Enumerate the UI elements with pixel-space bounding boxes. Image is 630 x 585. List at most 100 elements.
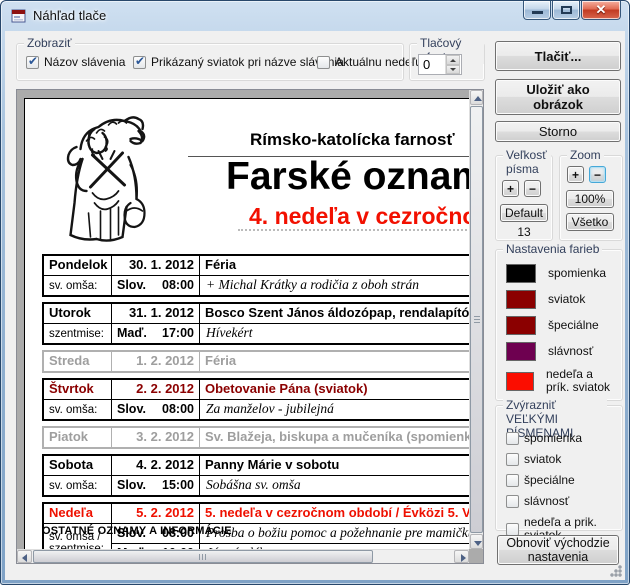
highlight-checkbox[interactable]: slávnosť <box>506 495 618 508</box>
thumb-grip <box>199 554 207 560</box>
mass-intention: Hívekért <box>200 324 469 343</box>
checkbox-box <box>506 495 519 508</box>
mass-labels: sv. omša: <box>44 400 112 419</box>
vertical-scroll-thumb[interactable] <box>470 106 483 533</box>
day-title: Panny Márie v sobotu <box>200 456 469 475</box>
scroll-up-button[interactable] <box>470 90 483 105</box>
maximize-button[interactable] <box>552 1 580 20</box>
minimize-button[interactable] <box>523 1 551 20</box>
horizontal-scrollbar[interactable] <box>17 549 469 563</box>
day-header-row: Piatok3. 2. 2012Sv. Blažeja, biskupa a m… <box>44 428 469 447</box>
offset-spinner[interactable]: 0 <box>418 54 462 75</box>
mass-label: sv. omša: <box>49 404 111 416</box>
day-block: Sobota4. 2. 2012Panny Márie v sobotusv. … <box>42 454 469 497</box>
cancel-button[interactable]: Storno <box>495 121 621 142</box>
good-shepherd-logo <box>50 107 165 247</box>
vertical-scrollbar[interactable] <box>469 90 483 549</box>
scroll-down-button[interactable] <box>470 534 483 549</box>
checkbox-box <box>26 56 39 69</box>
mass-rows: Maď.17:00Hívekért <box>112 324 469 343</box>
font-default-button[interactable]: Default <box>500 204 548 222</box>
mass-intention: Prosba o božiu pomoc a požehnanie pre ma… <box>200 524 469 543</box>
day-name: Štvrtok <box>44 380 112 399</box>
print-button[interactable]: Tlačiť... <box>495 41 621 71</box>
zoom-minus-button[interactable]: − <box>589 166 606 183</box>
day-block: Štvrtok2. 2. 2012Obetovanie Pána (sviato… <box>42 378 469 421</box>
highlight-checkbox[interactable]: špeciálne <box>506 474 618 487</box>
highlight-list: spomienkasviatokšpeciálneslávnosťnedeľa … <box>506 432 618 550</box>
highlight-checkbox-label: sviatok <box>524 453 561 466</box>
title-bar[interactable]: Náhľad tlače ✕ <box>1 1 629 31</box>
color-item: slávnosť <box>506 342 618 361</box>
horizontal-scroll-thumb[interactable] <box>33 550 373 563</box>
day-name: Pondelok <box>44 256 112 275</box>
day-block: Pondelok30. 1. 2012Fériasv. omša:Slov.08… <box>42 254 469 297</box>
font-plus-button[interactable]: + <box>502 180 519 197</box>
groupbox-zoom-caption: Zoom <box>567 148 604 162</box>
preview-panel: Rímsko-katolícka farnosť Farské oznam 4.… <box>16 89 484 564</box>
groupbox-colors-caption: Nastavenia farieb <box>503 242 602 256</box>
groupbox-zobrazit: Zobraziť Názov slávenia Prikázaný sviato… <box>16 43 404 81</box>
scroll-left-button[interactable] <box>17 550 32 563</box>
zoom-100-button[interactable]: 100% <box>566 190 614 208</box>
mass-time: 08:00 <box>157 276 200 295</box>
save-as-image-button[interactable]: Uložiť ako obrázok <box>495 79 621 115</box>
day-title: Sv. Blažeja, biskupa a mučeníka (spomien… <box>200 428 469 447</box>
window-title: Náhľad tlače <box>33 8 106 23</box>
day-title: Féria <box>200 256 469 275</box>
mass-row: Slov.08:00+ Michal Krátky a rodičia z ob… <box>112 276 469 295</box>
spinner-down-icon[interactable] <box>446 65 460 75</box>
arrow-up-icon <box>474 96 482 101</box>
mass-rows: Slov.15:00Sobášna sv. omša <box>112 476 469 495</box>
color-item: sviatok <box>506 290 618 309</box>
checkbox-box <box>506 474 519 487</box>
font-minus-button[interactable]: − <box>524 180 541 197</box>
mass-area: sv. omša:Slov.08:00+ Michal Krátky a rod… <box>44 275 469 295</box>
mass-labels: sv. omša: <box>44 476 112 495</box>
resize-grip[interactable] <box>609 564 622 577</box>
day-header-row: Streda1. 2. 2012Féria <box>44 352 469 371</box>
mass-labels: sv. omša: <box>44 276 112 295</box>
groupbox-zobrazit-caption: Zobraziť <box>24 36 75 50</box>
checkbox-box <box>317 56 330 69</box>
highlight-checkbox-label: špeciálne <box>524 474 575 487</box>
mass-area: szentmise:Maď.17:00Hívekért <box>44 323 469 343</box>
checkbox-box <box>506 523 519 536</box>
day-name: Utorok <box>44 304 112 323</box>
day-date: 2. 2. 2012 <box>112 380 200 399</box>
checkbox-aktualnu-nedelu[interactable]: Aktuálnu nedeľu <box>317 55 422 69</box>
offset-value[interactable]: 0 <box>419 55 445 74</box>
reset-button[interactable]: Obnoviť východzie nastavenia <box>497 535 619 565</box>
mass-language: Maď. <box>112 324 157 343</box>
color-swatch[interactable] <box>506 372 534 391</box>
day-header-row: Sobota4. 2. 2012Panny Márie v sobotu <box>44 456 469 475</box>
zoom-all-button[interactable]: Všetko <box>566 213 614 231</box>
color-swatch[interactable] <box>506 316 536 335</box>
checkbox-nazov-slavenia[interactable]: Názov slávenia <box>26 55 125 69</box>
checkbox-prikazany-sviatok[interactable]: Prikázaný sviatok pri názve slávenia <box>133 55 344 69</box>
mass-row: Maď.17:00Hívekért <box>112 324 469 343</box>
mass-rows: Slov.08:00+ Michal Krátky a rodičia z ob… <box>112 276 469 295</box>
mass-time: 15:00 <box>157 476 200 495</box>
close-button[interactable]: ✕ <box>581 1 621 20</box>
color-swatch[interactable] <box>506 264 536 283</box>
color-item-label: špeciálne <box>548 319 599 332</box>
day-name: Piatok <box>44 428 112 447</box>
scroll-right-button[interactable] <box>454 550 469 563</box>
highlight-checkbox[interactable]: sviatok <box>506 453 618 466</box>
highlight-checkbox[interactable]: spomienka <box>506 432 618 445</box>
zoom-plus-button[interactable]: + <box>567 166 584 183</box>
day-date: 4. 2. 2012 <box>112 456 200 475</box>
subtitle-rule <box>238 229 469 231</box>
mass-intention: + Michal Krátky a rodičia z oboh strán <box>200 276 469 295</box>
minimize-icon <box>532 11 543 14</box>
color-swatch[interactable] <box>506 290 536 309</box>
checkbox-box <box>506 453 519 466</box>
mass-language: Slov. <box>112 400 157 419</box>
spinner-up-icon[interactable] <box>446 55 460 65</box>
arrow-down-icon <box>474 541 482 546</box>
color-swatch[interactable] <box>506 342 536 361</box>
thumb-grip <box>474 316 480 324</box>
color-item-label: sviatok <box>548 293 585 306</box>
color-item-label: spomienka <box>548 267 606 280</box>
